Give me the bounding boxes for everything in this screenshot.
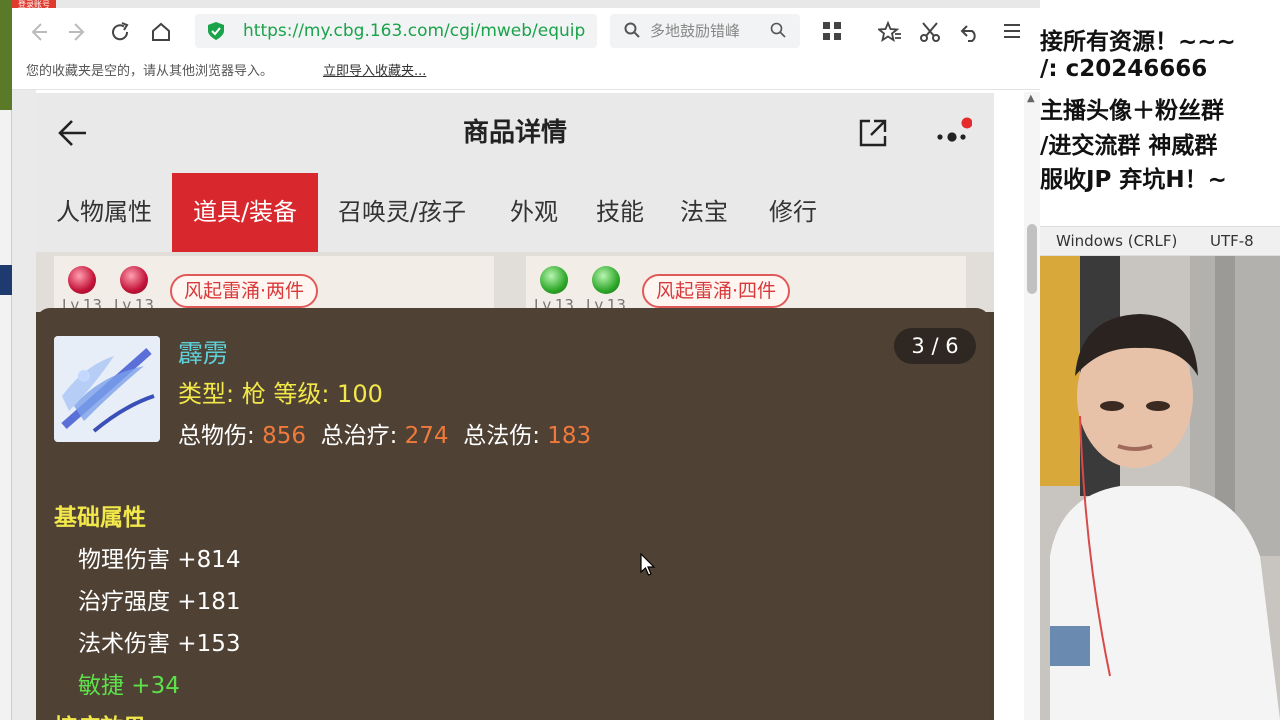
gem-red-icon — [68, 266, 96, 294]
menu-icon[interactable] — [1000, 20, 1024, 44]
overlay-line: /: c20246666 — [1040, 56, 1208, 82]
browser-toolbar: https://my.cbg.163.com/cgi/mweb/equip 多地… — [12, 8, 1040, 54]
stat-label: 总治疗: — [320, 423, 398, 449]
desktop-blue-block — [0, 265, 12, 295]
item-total-stats: 总物伤: 856 总治疗: 274 总法伤: 183 — [178, 416, 591, 450]
back-icon[interactable] — [26, 20, 50, 44]
editor-status-bar: Windows (CRLF) UTF-8 — [1040, 226, 1280, 256]
bookmark-bar: 您的收藏夹是空的，请从其他浏览器导入。 立即导入收藏夹... — [12, 54, 1040, 90]
attribute-line: 物理伤害 +814 — [78, 547, 241, 573]
section-base-attributes: 基础属性 — [54, 505, 146, 531]
stat-value: 183 — [547, 423, 592, 449]
equipment-card-right[interactable]: Lv.13 Lv.13 风起雷涌·四件 — [526, 256, 966, 312]
app-panel: 商品详情 人物属性 道具/装备 召唤灵/孩子 外观 技能 法宝 修行 Lv.13… — [36, 93, 994, 720]
scissors-icon[interactable] — [918, 20, 942, 44]
equipment-strip: Lv.13 Lv.13 风起雷涌·两件 Lv.13 Lv.13 风起雷涌·四件 — [36, 252, 994, 312]
gem-green-icon — [540, 266, 568, 294]
share-icon[interactable] — [856, 116, 890, 150]
page-viewport: 商品详情 人物属性 道具/装备 召唤灵/孩子 外观 技能 法宝 修行 Lv.13… — [12, 90, 1040, 720]
favorites-star-icon[interactable] — [876, 20, 902, 44]
tab-skills[interactable]: 技能 — [582, 173, 658, 252]
stream-overlay-panel: 接所有资源！~~~ /: c20246666 主播头像＋粉丝群 /进交流群 神威… — [1040, 0, 1280, 720]
status-line-ending[interactable]: Windows (CRLF) — [1056, 227, 1177, 255]
search-placeholder[interactable]: 多地鼓励错峰 — [650, 14, 740, 48]
stat-value: 856 — [262, 423, 306, 449]
tab-items-equipment[interactable]: 道具/装备 — [172, 173, 318, 252]
reload-icon[interactable] — [108, 20, 132, 44]
page-scrollbar[interactable]: ▲ — [1024, 92, 1040, 720]
tab-summons-children[interactable]: 召唤灵/孩子 — [318, 173, 486, 252]
more-options-icon[interactable] — [932, 117, 972, 149]
home-icon[interactable] — [149, 20, 173, 44]
page-indicator: 3 / 6 — [894, 328, 976, 364]
overlay-line: 主播头像＋粉丝群 — [1040, 98, 1224, 124]
address-url[interactable]: https://my.cbg.163.com/cgi/mweb/equip — [243, 14, 593, 48]
attribute-line: 法术伤害 +153 — [78, 631, 241, 657]
forward-icon[interactable] — [66, 20, 90, 44]
item-weapon-icon — [54, 336, 160, 442]
undo-icon[interactable] — [958, 20, 982, 44]
tab-character-attributes[interactable]: 人物属性 — [36, 173, 172, 252]
scroll-thumb[interactable] — [1027, 224, 1037, 294]
browser-search-box[interactable]: 多地鼓励错峰 — [610, 14, 800, 48]
gem-red-icon — [120, 266, 148, 294]
webcam-feed — [1040, 256, 1280, 720]
gem-green-icon — [592, 266, 620, 294]
tab-strip-edge — [12, 0, 1040, 8]
section-next: 控疗效果 — [54, 708, 146, 720]
desktop-left-strip — [0, 0, 12, 720]
apps-grid-icon[interactable] — [820, 20, 844, 44]
browser-window: 登录账号 https://my.cbg.163.com/cgi/mweb/equ… — [12, 0, 1040, 720]
attribute-line: 治疗强度 +181 — [78, 589, 241, 615]
desktop-tag — [0, 0, 12, 110]
stat-value: 274 — [404, 423, 449, 449]
stat-label: 总物伤: — [178, 423, 255, 449]
page-title: 商品详情 — [462, 118, 567, 148]
app-header: 商品详情 — [36, 93, 994, 173]
stat-label: 总法伤: — [463, 423, 540, 449]
search-icon — [624, 22, 640, 38]
bookmark-empty-message: 您的收藏夹是空的，请从其他浏览器导入。 — [26, 64, 274, 79]
screen: 登录账号 https://my.cbg.163.com/cgi/mweb/equ… — [0, 0, 1280, 720]
item-name: 霹雳 — [178, 339, 229, 368]
scroll-up-icon[interactable]: ▲ — [1027, 94, 1037, 104]
attribute-line-highlight: 敏捷 +34 — [78, 673, 180, 699]
bookmark-import-link[interactable]: 立即导入收藏夹... — [323, 54, 426, 90]
app-back-icon[interactable] — [54, 115, 90, 151]
overlay-line: 服收JP 弃坑H！~ — [1040, 167, 1227, 193]
equipment-card-left[interactable]: Lv.13 Lv.13 风起雷涌·两件 — [54, 256, 494, 312]
overlay-line: /进交流群 神威群 — [1040, 133, 1218, 159]
item-detail-popup[interactable]: 霹雳 类型: 枪 等级: 100 总物伤: 856 总治疗: 274 总法伤: … — [36, 308, 990, 720]
mouse-cursor-icon — [640, 553, 656, 576]
category-tabs: 人物属性 道具/装备 召唤灵/孩子 外观 技能 法宝 修行 — [36, 173, 994, 252]
status-encoding[interactable]: UTF-8 — [1210, 227, 1254, 255]
overlay-line: 接所有资源！~~~ — [1040, 29, 1236, 55]
tab-cultivation[interactable]: 修行 — [750, 173, 836, 252]
set-bonus-badge: 风起雷涌·两件 — [170, 274, 319, 308]
search-go-icon[interactable] — [770, 22, 786, 38]
tab-treasure[interactable]: 法宝 — [658, 173, 750, 252]
tab-appearance[interactable]: 外观 — [486, 173, 582, 252]
item-type-level: 类型: 枪 等级: 100 — [178, 380, 383, 408]
set-bonus-badge: 风起雷涌·四件 — [642, 274, 791, 308]
address-bar[interactable]: https://my.cbg.163.com/cgi/mweb/equip — [195, 14, 597, 48]
page-left-margin — [12, 90, 36, 720]
secure-shield-icon — [208, 22, 224, 40]
